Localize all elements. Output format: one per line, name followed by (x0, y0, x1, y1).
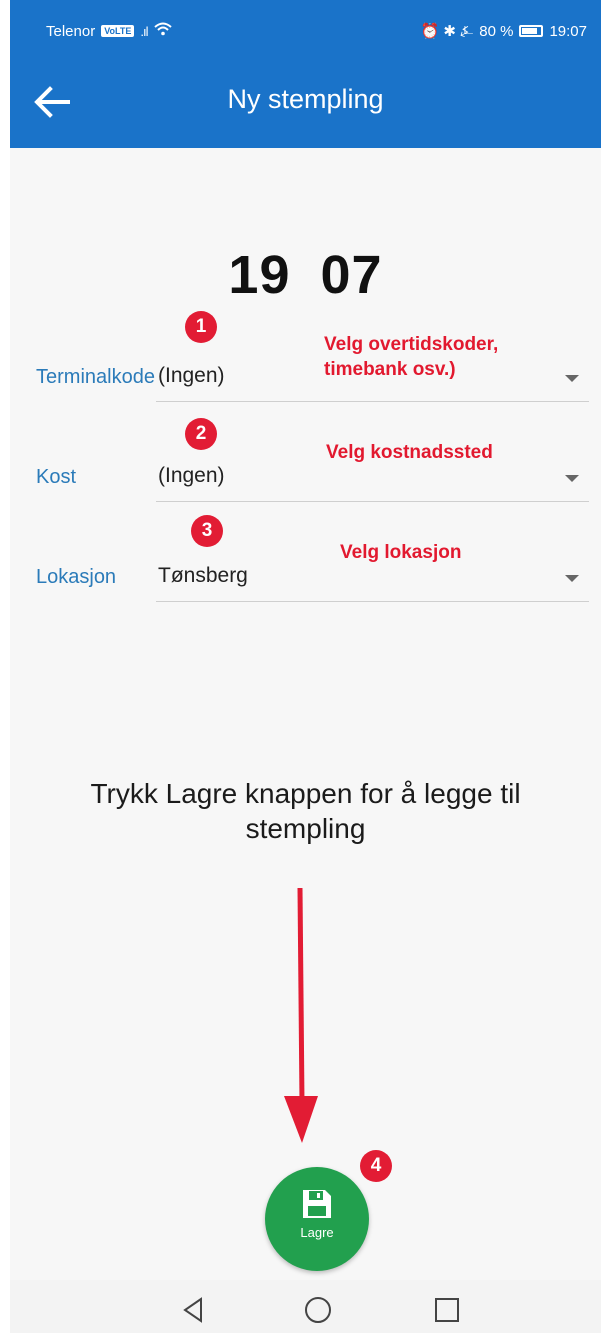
page-title: Ny stempling (227, 84, 384, 114)
annotation-note-1: Velg overtidskoder, timebank osv.) (324, 332, 498, 382)
annotation-note-1-line2: timebank osv.) (324, 359, 456, 380)
field-lokasjon: Lokasjon Tønsberg (10, 542, 601, 622)
floppy-disk-icon (303, 1190, 331, 1218)
kost-label: Kost (36, 466, 77, 488)
nav-recents-button[interactable] (427, 1290, 467, 1330)
instruction-text: Trykk Lagre knappen for å legge til stem… (90, 778, 521, 844)
status-time: 19:07 (549, 22, 587, 40)
annotation-arrow-icon (284, 888, 318, 1143)
status-indicators: ⏰ ✱ ⍼ (420, 23, 474, 40)
system-nav-bar (10, 1280, 601, 1333)
terminalkode-label: Terminalkode (36, 366, 155, 388)
annotation-note-3: Velg lokasjon (340, 542, 462, 563)
chevron-down-icon (565, 375, 579, 382)
save-button-label: Lagre (300, 1225, 334, 1240)
app-header: Telenor VoLTE .ıl ⏰ ✱ ⍼ 80 % 19:07 Ny st… (10, 0, 601, 148)
status-right: ⏰ ✱ ⍼ 80 % 19:07 (420, 22, 587, 41)
annotation-note-2: Velg kostnadssted (326, 442, 493, 463)
square-recents-icon (435, 1298, 459, 1322)
time-display: 19 07 (10, 244, 601, 306)
chevron-down-icon (565, 575, 579, 582)
carrier-name: Telenor (46, 22, 96, 40)
nav-home-button[interactable] (298, 1290, 338, 1330)
triangle-back-icon (183, 1297, 202, 1323)
annotation-badge-1: 1 (185, 311, 217, 343)
status-bar: Telenor VoLTE .ıl ⏰ ✱ ⍼ 80 % 19:07 (10, 0, 601, 62)
volte-badge: VoLTE (101, 25, 135, 37)
phone-screen: Telenor VoLTE .ıl ⏰ ✱ ⍼ 80 % 19:07 Ny st… (10, 0, 601, 1333)
status-left: Telenor VoLTE .ıl (46, 22, 172, 40)
signal-icon: .ıl (140, 23, 148, 39)
battery-percent: 80 % (479, 22, 514, 40)
field-kost: Kost (Ingen) (10, 442, 601, 522)
annotation-badge-3: 3 (191, 515, 223, 547)
battery-icon (519, 25, 544, 37)
annotation-note-1-line1: Velg overtidskoder, (324, 334, 499, 355)
terminalkode-value: (Ingen) (158, 364, 225, 387)
lokasjon-label: Lokasjon (36, 566, 117, 588)
chevron-down-icon (565, 475, 579, 482)
circle-home-icon (305, 1297, 331, 1323)
kost-value: (Ingen) (158, 464, 225, 487)
clock-minutes: 07 (320, 245, 383, 305)
annotation-badge-4: 4 (360, 1150, 392, 1182)
annotation-badge-2: 2 (185, 418, 217, 450)
clock-hours: 19 (228, 245, 291, 305)
nav-back-button[interactable] (174, 1290, 214, 1330)
field-terminalkode: Terminalkode (Ingen) (10, 342, 601, 422)
lokasjon-value: Tønsberg (158, 564, 248, 587)
save-button[interactable]: Lagre (265, 1167, 369, 1271)
wifi-icon (153, 22, 172, 40)
